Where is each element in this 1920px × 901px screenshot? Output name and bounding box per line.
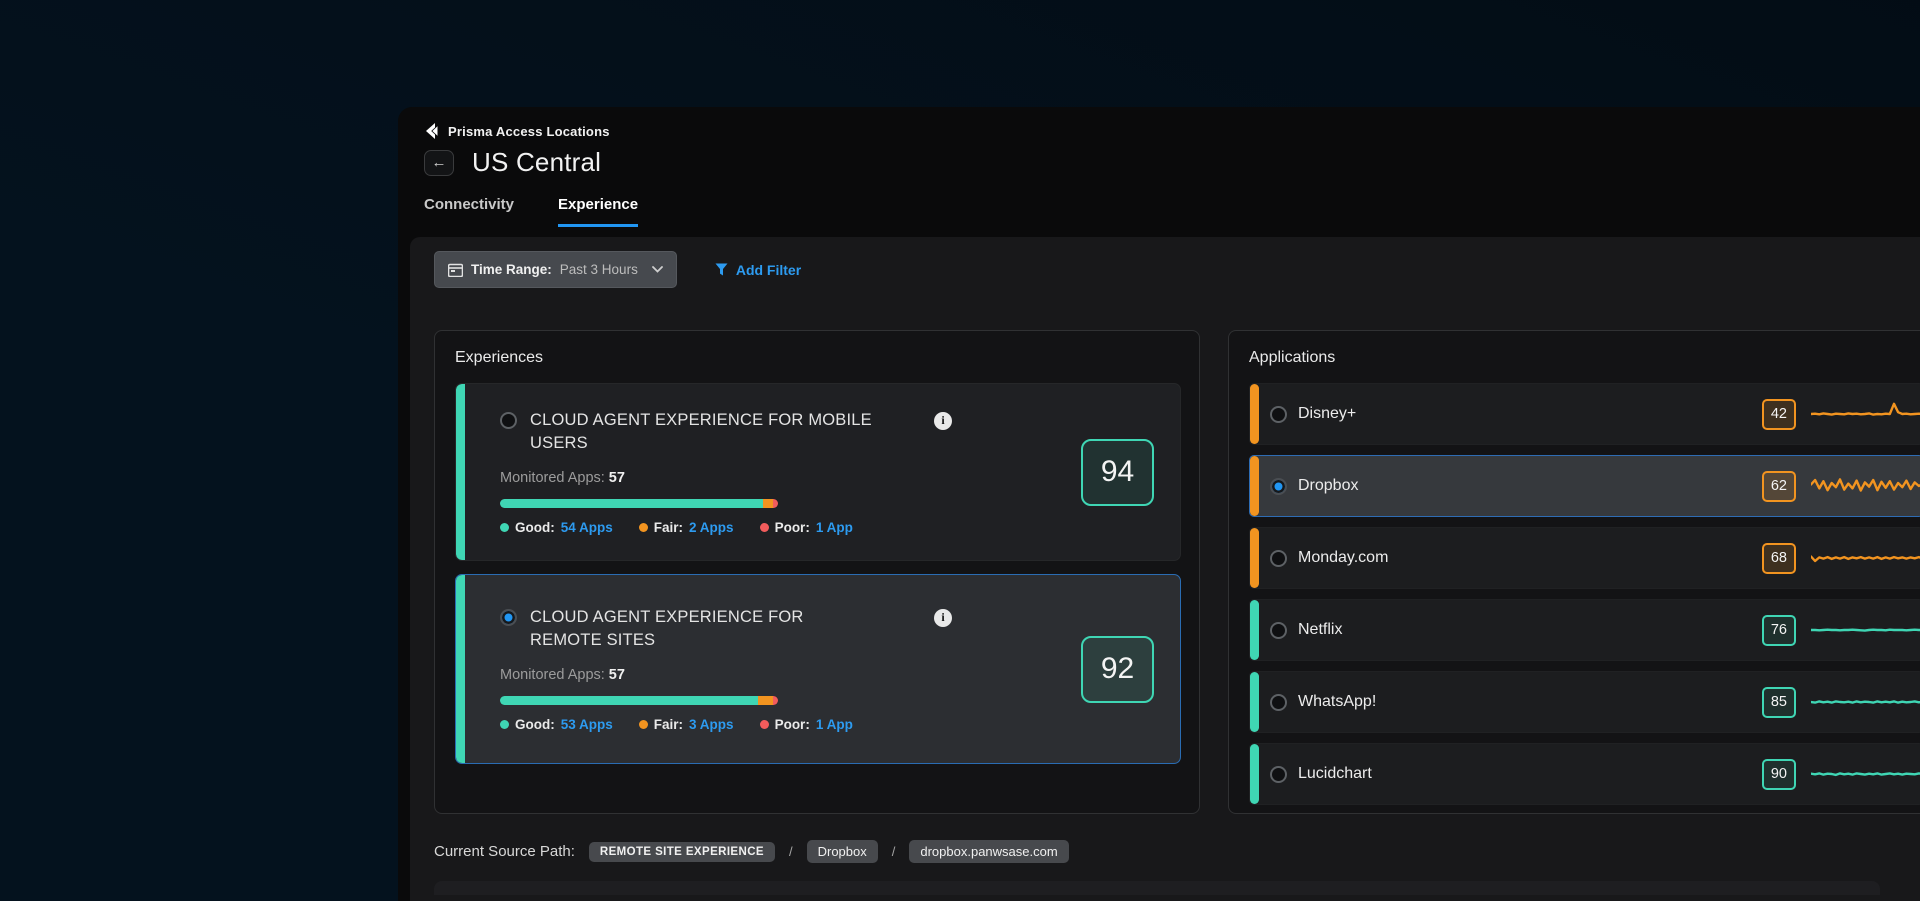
app-row-netflix[interactable]: Netflix 76 (1249, 599, 1920, 661)
experience-score: 92 (1081, 636, 1154, 703)
app-accent-bar (1250, 456, 1259, 516)
fair-apps-link[interactable]: 3 Apps (689, 717, 734, 732)
app-trend-sparkline (1811, 540, 1920, 576)
tab-bar: Connectivity Experience (398, 196, 1920, 227)
poor-segment (773, 696, 778, 705)
applications-panel-title: Applications (1229, 331, 1920, 381)
app-accent-bar (1250, 744, 1259, 804)
window-header: Prisma Access Locations ← US Central (398, 107, 1920, 178)
prisma-logo-icon (424, 123, 439, 139)
fair-apps-link[interactable]: 2 Apps (689, 520, 734, 535)
app-radio[interactable] (1270, 622, 1287, 639)
experiences-panel-title: Experiences (435, 331, 1199, 381)
app-trend-sparkline (1811, 396, 1920, 432)
monitored-apps: Monitored Apps:57 (500, 470, 1061, 486)
app-trend-sparkline (1811, 612, 1920, 648)
experience-radio[interactable] (500, 412, 517, 429)
monitored-apps: Monitored Apps:57 (500, 667, 1061, 683)
fair-segment (763, 499, 773, 508)
good-apps-link[interactable]: 54 Apps (561, 520, 613, 535)
path-separator: / (892, 844, 896, 859)
app-radio[interactable] (1270, 478, 1287, 495)
app-accent-bar (1250, 528, 1259, 588)
app-radio[interactable] (1270, 694, 1287, 711)
poor-apps-link[interactable]: 1 App (816, 520, 853, 535)
experience-card-title: CLOUD AGENT EXPERIENCE FOR REMOTE SITES (530, 606, 875, 653)
poor-dot-icon (760, 720, 769, 729)
time-range-label: Time Range: (471, 262, 552, 277)
app-score-badge: 62 (1762, 471, 1796, 502)
fair-dot-icon (639, 720, 648, 729)
source-path-segment-experience: REMOTE SITE EXPERIENCE (589, 842, 775, 862)
app-trend-sparkline (1811, 684, 1920, 720)
page-title: US Central (472, 147, 601, 178)
poor-dot-icon (760, 523, 769, 532)
poor-apps-link[interactable]: 1 App (816, 717, 853, 732)
app-row-monday[interactable]: Monday.com 68 (1249, 527, 1920, 589)
app-window: Prisma Access Locations ← US Central Con… (398, 107, 1920, 901)
applications-panel: Applications Disney+ 42 Dropbox 62 (1228, 330, 1920, 814)
app-trend-sparkline (1811, 756, 1920, 792)
source-path-segment-domain: dropbox.panwsase.com (909, 840, 1068, 863)
add-filter-button[interactable]: Add Filter (715, 262, 801, 278)
good-apps-link[interactable]: 53 Apps (561, 717, 613, 732)
app-row-disney[interactable]: Disney+ 42 (1249, 383, 1920, 445)
source-path-segment-app: Dropbox (807, 840, 878, 863)
source-path-label: Current Source Path: (434, 843, 575, 860)
app-radio[interactable] (1270, 766, 1287, 783)
back-arrow-icon: ← (432, 154, 447, 171)
tab-connectivity[interactable]: Connectivity (424, 196, 514, 227)
time-range-value: Past 3 Hours (560, 262, 638, 277)
good-segment (500, 499, 763, 508)
good-segment (500, 696, 758, 705)
card-accent-bar (456, 384, 465, 560)
app-accent-bar (1250, 384, 1259, 444)
chevron-down-icon (652, 266, 663, 273)
calendar-icon (448, 263, 463, 277)
app-score-badge: 68 (1762, 543, 1796, 574)
current-source-path: Current Source Path: REMOTE SITE EXPERIE… (434, 840, 1920, 863)
app-trend-sparkline (1811, 468, 1920, 504)
poor-segment (773, 499, 778, 508)
experience-card-remote-sites[interactable]: CLOUD AGENT EXPERIENCE FOR REMOTE SITES … (455, 574, 1181, 764)
experience-score: 94 (1081, 439, 1154, 506)
content-area: Time Range: Past 3 Hours Add Filter Expe… (410, 237, 1920, 901)
next-panel-edge (434, 881, 1880, 895)
info-icon[interactable]: i (934, 412, 952, 430)
fair-dot-icon (639, 523, 648, 532)
funnel-icon (715, 263, 728, 276)
app-row-dropbox[interactable]: Dropbox 62 (1249, 455, 1920, 517)
good-dot-icon (500, 720, 509, 729)
add-filter-label: Add Filter (736, 262, 801, 278)
app-radio[interactable] (1270, 406, 1287, 423)
app-distribution-bar (500, 499, 778, 508)
experience-radio[interactable] (500, 609, 517, 626)
app-row-whatsapp[interactable]: WhatsApp! 85 (1249, 671, 1920, 733)
app-radio[interactable] (1270, 550, 1287, 567)
experiences-panel: Experiences CLOUD AGENT EXPERIENCE FOR M… (434, 330, 1200, 814)
app-score-badge: 76 (1762, 615, 1796, 646)
app-score-badge: 42 (1762, 399, 1796, 430)
path-separator: / (789, 844, 793, 859)
experience-card-mobile-users[interactable]: CLOUD AGENT EXPERIENCE FOR MOBILE USERS … (455, 383, 1181, 561)
time-range-dropdown[interactable]: Time Range: Past 3 Hours (434, 251, 677, 288)
filter-row: Time Range: Past 3 Hours Add Filter (434, 251, 1920, 288)
tab-experience[interactable]: Experience (558, 196, 638, 227)
card-accent-bar (456, 575, 465, 763)
app-distribution-bar (500, 696, 778, 705)
good-dot-icon (500, 523, 509, 532)
fair-segment (758, 696, 773, 705)
info-icon[interactable]: i (934, 609, 952, 627)
app-score-badge: 90 (1762, 759, 1796, 790)
distribution-legend: Good:54 Apps Fair:2 Apps Poor:1 App (500, 520, 1061, 535)
app-row-lucidchart[interactable]: Lucidchart 90 (1249, 743, 1920, 805)
app-accent-bar (1250, 672, 1259, 732)
experience-card-title: CLOUD AGENT EXPERIENCE FOR MOBILE USERS (530, 409, 875, 456)
app-accent-bar (1250, 600, 1259, 660)
product-name: Prisma Access Locations (448, 124, 610, 139)
back-button[interactable]: ← (424, 150, 454, 176)
distribution-legend: Good:53 Apps Fair:3 Apps Poor:1 App (500, 717, 1061, 732)
app-score-badge: 85 (1762, 687, 1796, 718)
